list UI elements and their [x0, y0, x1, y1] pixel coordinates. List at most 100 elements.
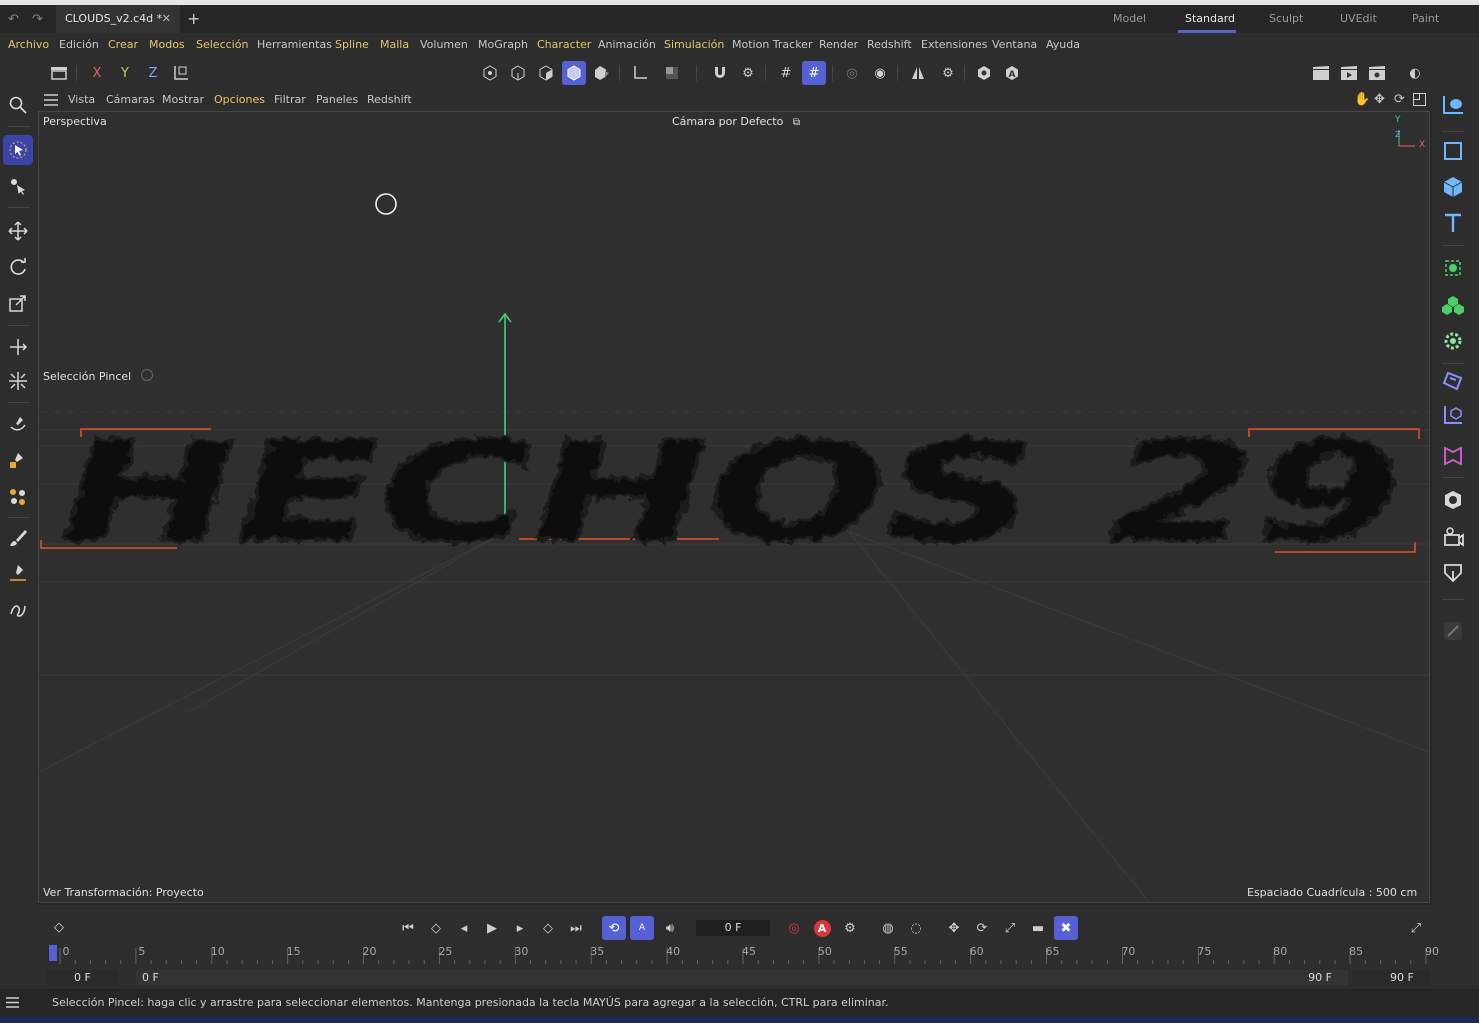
pan-view-icon[interactable]: ✋ [1354, 92, 1370, 107]
keyframe-selection-icon[interactable]: ◍ [876, 916, 900, 940]
menu-extensiones[interactable]: Extensiones [921, 33, 988, 57]
toggle-view-layout-icon[interactable] [1413, 93, 1426, 109]
next-frame-icon[interactable]: ▸ [508, 916, 532, 940]
menu-herramientas[interactable]: Herramientas [257, 33, 332, 57]
go-to-start-icon[interactable]: ⏮ [396, 916, 420, 940]
scale-tool-icon[interactable] [3, 288, 33, 318]
model-mode-icon[interactable] [562, 61, 586, 85]
tool-options-icon[interactable] [140, 369, 153, 381]
rotate-tool-icon[interactable] [3, 252, 33, 282]
brush-tool-icon[interactable] [3, 523, 33, 553]
edit-mode-disabled-icon[interactable] [1438, 616, 1468, 646]
menu-ayuda[interactable]: Ayuda [1046, 33, 1080, 57]
plane-object-icon[interactable] [1438, 136, 1468, 166]
playback-rate-icon[interactable]: A [630, 916, 654, 940]
autokey-icon[interactable]: A [810, 916, 834, 940]
edit-render-settings-icon[interactable] [1365, 61, 1389, 85]
render-view-icon[interactable] [1309, 61, 1333, 85]
menu-render[interactable]: Render [819, 33, 858, 57]
point-level-animation-icon[interactable]: ✖ [1054, 916, 1078, 940]
document-tab[interactable]: CLOUDS_v2.c4d * ✕ [56, 5, 180, 33]
camera-object-icon[interactable] [1438, 90, 1468, 120]
snap-settings-icon[interactable]: ⚙ [736, 61, 760, 85]
menu-redshift[interactable]: Redshift [867, 33, 912, 57]
viewport-menu-filtrar[interactable]: Filtrar [274, 89, 306, 111]
key-mode-icon[interactable]: ◌ [904, 916, 928, 940]
go-to-end-icon[interactable]: ⏭ [564, 916, 588, 940]
edges-mode-icon[interactable] [506, 61, 530, 85]
position-track-icon[interactable]: ✥ [942, 916, 966, 940]
range-end-field[interactable]: 90 F [1352, 970, 1430, 986]
next-key-icon[interactable]: ◇ [536, 916, 560, 940]
coordinate-system-icon[interactable] [169, 61, 193, 85]
menu-malla[interactable]: Malla [380, 33, 409, 57]
viewport-view-name[interactable]: Perspectiva [43, 115, 107, 128]
menu-character[interactable]: Character [537, 33, 591, 57]
menu-simulacion[interactable]: Simulación [664, 33, 724, 57]
field-object-icon[interactable] [1438, 441, 1468, 471]
axis-z-toggle[interactable]: Z [141, 61, 165, 85]
workspace-tab-model[interactable]: Model [1113, 5, 1146, 33]
menu-edicion[interactable]: Edición [59, 33, 99, 57]
key-settings-icon[interactable]: ⚙ [838, 916, 862, 940]
auto-icon[interactable]: A [1000, 61, 1024, 85]
viewport-menu-mostrar[interactable]: Mostrar [162, 89, 204, 111]
viewport-menu-camaras[interactable]: Cámaras [106, 89, 155, 111]
menu-mograph[interactable]: MoGraph [478, 33, 528, 57]
sound-icon[interactable]: 🔊︎ [658, 916, 682, 940]
points-mode-icon[interactable] [478, 61, 502, 85]
workspace-tab-paint[interactable]: Paint [1412, 5, 1439, 33]
texture-mode-icon[interactable] [590, 61, 614, 85]
previous-key-icon[interactable]: ◇ [424, 916, 448, 940]
workspace-tab-standard[interactable]: Standard [1185, 5, 1235, 33]
environment-object-icon[interactable] [1438, 485, 1468, 515]
menu-motion-tracker[interactable]: Motion Tracker [732, 33, 812, 57]
extrude-tool-icon[interactable] [3, 482, 33, 512]
deformer-object-icon[interactable] [1438, 366, 1468, 396]
polygons-mode-icon[interactable] [534, 61, 558, 85]
scale-track-icon[interactable]: ⤢ [998, 916, 1022, 940]
undo-icon[interactable]: ↶ [8, 12, 19, 27]
range-slider[interactable]: 0 F 90 F [136, 970, 1348, 986]
parameter-track-icon[interactable]: ▬ [1026, 916, 1050, 940]
axis-y-toggle[interactable]: Y [113, 61, 137, 85]
menu-crear[interactable]: Crear [108, 33, 138, 57]
scale-transform-icon[interactable] [3, 366, 33, 396]
grid-snap-icon[interactable]: # [774, 61, 798, 85]
polygon-pen-icon[interactable] [3, 445, 33, 475]
soft-selection-icon[interactable]: ◎ [840, 61, 864, 85]
redshift-render-icon[interactable]: ◐ [1403, 61, 1427, 85]
menu-volumen[interactable]: Volumen [420, 33, 468, 57]
viewport-menu-opciones[interactable]: Opciones [214, 89, 265, 111]
quantize-icon[interactable]: # [802, 61, 826, 85]
cloner-object-icon[interactable] [1438, 290, 1468, 320]
bend-deformer-icon[interactable] [1438, 400, 1468, 430]
solo-mode-icon[interactable] [660, 61, 684, 85]
workplane-icon[interactable] [628, 61, 652, 85]
palette-menu-icon[interactable] [47, 61, 71, 85]
symmetry-settings-icon[interactable]: ⚙ [936, 61, 960, 85]
orbit-view-icon[interactable]: ⟳ [1394, 92, 1405, 107]
display-mode-icon[interactable] [972, 61, 996, 85]
menu-archivo[interactable]: Archivo [8, 33, 49, 57]
previous-frame-icon[interactable]: ◂ [452, 916, 476, 940]
knife-tool-icon[interactable] [3, 410, 33, 440]
sketch-tool-icon[interactable] [3, 595, 33, 625]
play-icon[interactable]: ▶ [480, 916, 504, 940]
redo-icon[interactable]: ↷ [32, 12, 43, 27]
generator-object-icon[interactable] [1438, 253, 1468, 283]
symmetry-icon[interactable] [906, 61, 930, 85]
record-active-icon[interactable]: ◎ [782, 916, 806, 940]
cube-object-icon[interactable] [1438, 172, 1468, 202]
live-selection-icon[interactable] [3, 135, 33, 165]
axis-x-toggle[interactable]: X [85, 61, 109, 85]
current-frame-field[interactable]: 0 F [696, 920, 770, 936]
loop-icon[interactable]: ⟲ [602, 916, 626, 940]
render-to-picture-viewer-icon[interactable] [1337, 61, 1361, 85]
camera-rig-icon[interactable] [1438, 522, 1468, 552]
search-icon[interactable] [3, 90, 33, 120]
rotation-track-icon[interactable]: ⟳ [970, 916, 994, 940]
close-tab-icon[interactable]: ✕ [162, 5, 171, 33]
workspace-tab-uvedit[interactable]: UVEdit [1340, 5, 1377, 33]
range-start-field[interactable]: 0 F [46, 970, 118, 986]
